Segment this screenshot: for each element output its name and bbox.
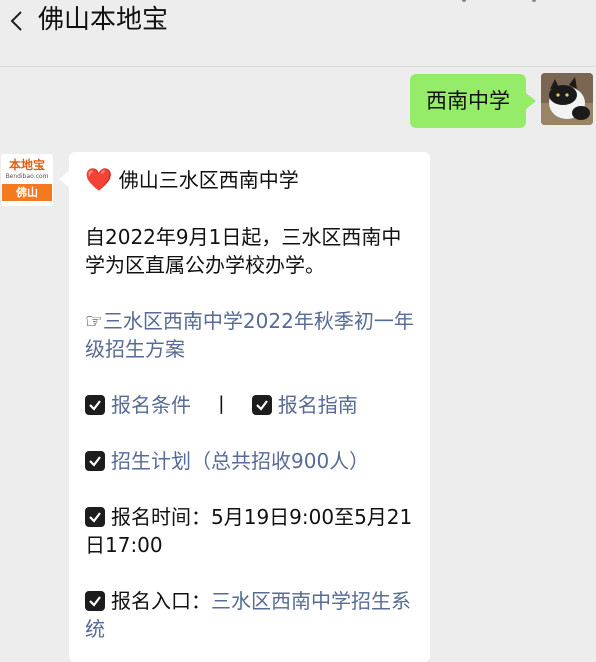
plan-link[interactable]: 三水区西南中学2022年秋季初一年级招生方案 <box>85 309 414 361</box>
plan-line: ☞三水区西南中学2022年秋季初一年级招生方案 <box>85 307 416 363</box>
time-label: 报名时间： <box>111 505 211 529</box>
enroll-plan-line: 招生计划（总共招收900人） <box>85 447 416 475</box>
checkbox-icon <box>85 507 105 527</box>
separator: 丨 <box>211 393 232 417</box>
official-account-avatar[interactable]: 本地宝 Bendibao.com 佛山 <box>1 154 53 206</box>
logo-url: Bendibao.com <box>5 173 49 180</box>
conditions-link[interactable]: 报名条件 <box>111 393 191 417</box>
checkbox-icon <box>85 591 105 611</box>
time-line: 报名时间：5月19日9:00至5月21日17:00 <box>85 503 416 559</box>
chat-title: 佛山本地宝 <box>38 5 169 35</box>
heart-icon: ❤️ <box>85 168 113 193</box>
message-heading: ❤️ 佛山三水区西南中学 <box>85 166 416 195</box>
outgoing-message-text: 西南中学 <box>426 89 510 113</box>
checkbox-icon <box>251 395 272 415</box>
more-options-icon[interactable] <box>532 0 536 2</box>
checkbox-icon <box>85 395 105 415</box>
outgoing-message[interactable]: 西南中学 <box>410 74 536 128</box>
cat-photo-icon <box>541 73 593 125</box>
back-arrow-icon[interactable] <box>6 6 28 36</box>
conditions-line: 报名条件 丨 报名指南 <box>85 391 416 419</box>
user-avatar[interactable] <box>541 73 593 125</box>
guide-link[interactable]: 报名指南 <box>278 393 358 417</box>
logo-text: 本地宝 <box>8 158 45 172</box>
entry-label: 报名入口： <box>111 589 211 613</box>
heading-text: 佛山三水区西南中学 <box>118 168 299 192</box>
enroll-plan-link[interactable]: 招生计划（总共招收900人） <box>111 449 369 473</box>
chat-header: 佛山本地宝 <box>0 0 596 67</box>
incoming-message: ❤️ 佛山三水区西南中学 自2022年9月1日起，三水区西南中学为区直属公办学校… <box>59 152 430 662</box>
more-options-icon[interactable] <box>462 0 466 2</box>
entry-line: 报名入口：三水区西南中学招生系统 <box>85 587 416 643</box>
intro-text: 自2022年9月1日起，三水区西南中学为区直属公办学校办学。 <box>85 225 402 277</box>
logo-city: 佛山 <box>2 184 52 201</box>
checkbox-icon <box>85 451 105 471</box>
pointing-hand-icon: ☞ <box>85 309 103 333</box>
